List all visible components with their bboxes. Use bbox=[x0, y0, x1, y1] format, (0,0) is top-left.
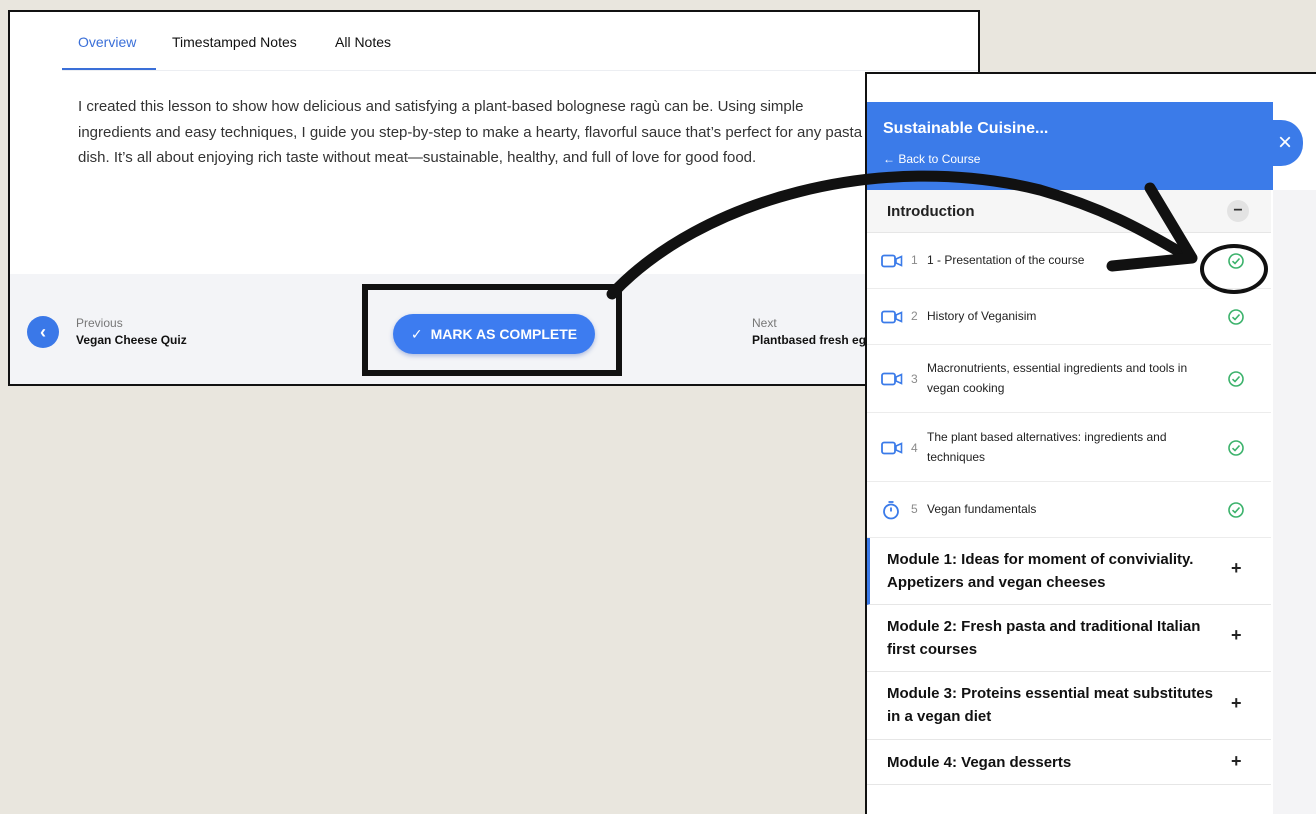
video-icon bbox=[881, 372, 903, 386]
video-icon bbox=[881, 254, 903, 268]
video-icon bbox=[881, 441, 903, 455]
module-title: Module 2: Fresh pasta and traditional It… bbox=[887, 618, 1201, 658]
lesson-number: 1 bbox=[911, 253, 918, 267]
lesson-item[interactable]: 2 History of Veganisim bbox=[867, 289, 1271, 345]
lesson-title: The plant based alternatives: ingredient… bbox=[927, 430, 1167, 464]
module-item[interactable]: Module 2: Fresh pasta and traditional It… bbox=[867, 605, 1271, 672]
module-title: Module 4: Vegan desserts bbox=[887, 754, 1072, 771]
lesson-number: 3 bbox=[911, 372, 918, 386]
course-sidebar: Sustainable Cuisine... ← Back to Course … bbox=[865, 72, 1316, 814]
lesson-tabs: Overview Timestamped Notes All Notes bbox=[62, 12, 978, 71]
lesson-title: History of Veganisim bbox=[927, 309, 1037, 323]
module-title: Module 1: Ideas for moment of conviviali… bbox=[887, 551, 1194, 591]
back-to-course-link[interactable]: ← Back to Course bbox=[883, 152, 980, 166]
section-title: Introduction bbox=[887, 203, 975, 220]
completed-check-icon bbox=[1228, 309, 1244, 325]
sidebar-gutter bbox=[1273, 190, 1316, 814]
sidebar-header: Sustainable Cuisine... ← Back to Course bbox=[867, 102, 1273, 190]
previous-lesson-title[interactable]: Vegan Cheese Quiz bbox=[76, 333, 187, 347]
annotation-highlight-box bbox=[362, 284, 622, 376]
previous-label: Previous bbox=[76, 316, 123, 330]
collapse-section-button[interactable]: − bbox=[1227, 200, 1249, 222]
expand-module-button[interactable]: + bbox=[1231, 693, 1242, 714]
course-title: Sustainable Cuisine... bbox=[883, 120, 1049, 137]
tab-all-notes[interactable]: All Notes bbox=[335, 34, 391, 50]
module-title: Module 3: Proteins essential meat substi… bbox=[887, 685, 1213, 725]
active-tab-indicator bbox=[62, 68, 156, 70]
module-item[interactable]: Module 4: Vegan desserts + bbox=[867, 740, 1271, 785]
completed-check-icon bbox=[1228, 440, 1244, 456]
expand-module-button[interactable]: + bbox=[1231, 751, 1242, 772]
lesson-description: I created this lesson to show how delici… bbox=[78, 98, 863, 166]
next-label: Next bbox=[752, 316, 777, 330]
lesson-title: Vegan fundamentals bbox=[927, 502, 1037, 516]
annotation-highlight-circle bbox=[1200, 244, 1268, 294]
module-item[interactable]: Module 1: Ideas for moment of conviviali… bbox=[867, 538, 1271, 605]
stopwatch-icon bbox=[883, 501, 899, 520]
tab-overview[interactable]: Overview bbox=[78, 34, 136, 50]
lesson-title: 1 - Presentation of the course bbox=[927, 253, 1085, 267]
lesson-number: 2 bbox=[911, 309, 918, 323]
previous-lesson-button[interactable]: ‹ bbox=[27, 316, 59, 348]
completed-check-icon bbox=[1228, 502, 1244, 518]
chevron-left-icon: ‹ bbox=[40, 321, 46, 342]
close-sidebar-button[interactable]: × bbox=[1267, 120, 1303, 166]
lesson-number: 4 bbox=[911, 441, 918, 455]
close-icon: × bbox=[1277, 129, 1292, 156]
lesson-number: 5 bbox=[911, 502, 918, 516]
lesson-title: Macronutrients, essential ingredients an… bbox=[927, 361, 1188, 395]
module-item[interactable]: Module 3: Proteins essential meat substi… bbox=[867, 672, 1271, 740]
next-lesson-title[interactable]: Plantbased fresh egg bbox=[752, 333, 873, 347]
section-introduction[interactable]: Introduction − bbox=[867, 190, 1271, 233]
video-icon bbox=[881, 310, 903, 324]
lesson-item[interactable]: 4 The plant based alternatives: ingredie… bbox=[867, 413, 1271, 482]
tab-timestamped-notes[interactable]: Timestamped Notes bbox=[172, 34, 297, 50]
lesson-item[interactable]: 3 Macronutrients, essential ingredients … bbox=[867, 345, 1271, 413]
lesson-item[interactable]: 5 Vegan fundamentals bbox=[867, 482, 1271, 538]
completed-check-icon bbox=[1228, 371, 1244, 387]
expand-module-button[interactable]: + bbox=[1231, 625, 1242, 646]
expand-module-button[interactable]: + bbox=[1231, 558, 1242, 579]
